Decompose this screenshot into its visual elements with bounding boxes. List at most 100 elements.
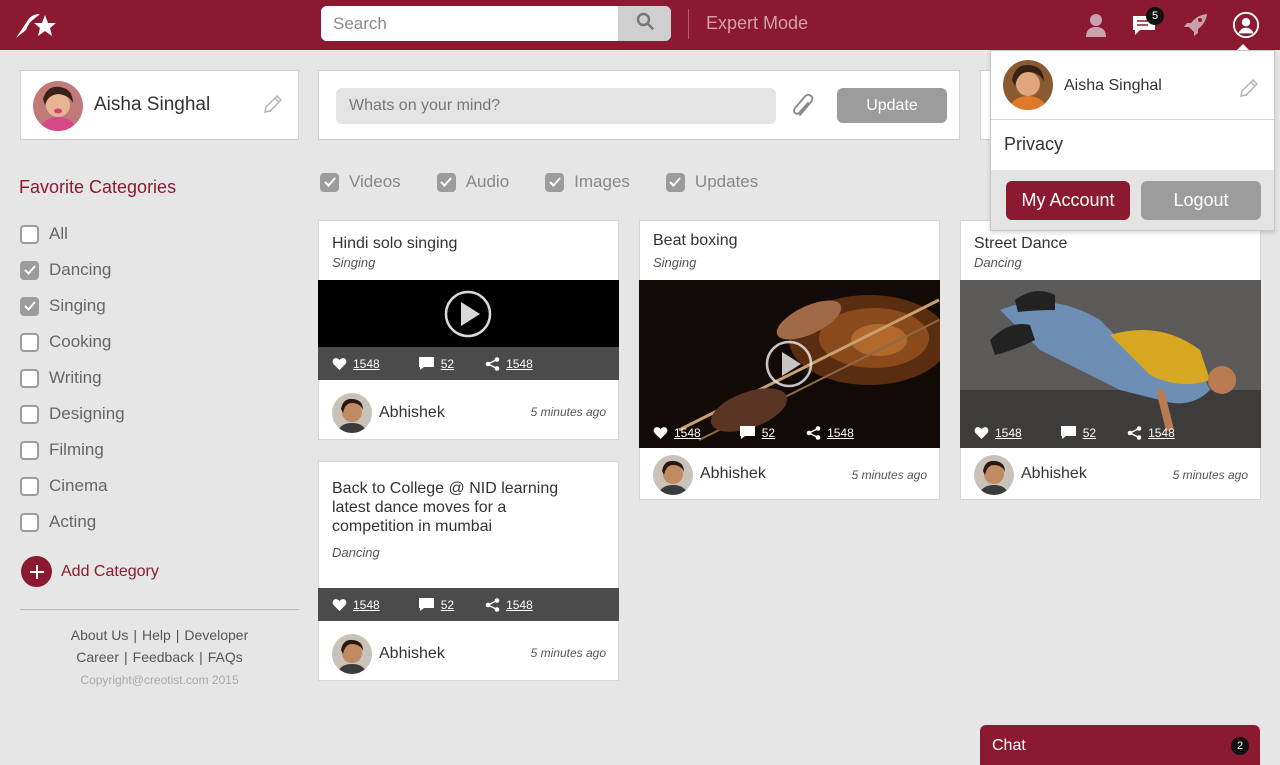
footer-link-about[interactable]: About Us [71, 627, 129, 643]
category-item[interactable]: Designing [20, 396, 270, 432]
checkbox-checked[interactable] [545, 172, 565, 192]
checkbox-checked[interactable] [20, 260, 39, 280]
shares-stat[interactable]: 1548 [806, 426, 854, 440]
comments-stat[interactable]: 52 [418, 597, 454, 612]
category-item[interactable]: Dancing [20, 252, 270, 288]
category-item[interactable]: Filming [20, 432, 270, 468]
checkbox[interactable] [20, 440, 39, 460]
category-item[interactable]: Writing [20, 360, 270, 396]
checkbox-checked[interactable] [436, 172, 456, 192]
plus-icon [21, 556, 52, 587]
category-item[interactable]: All [20, 216, 270, 252]
privacy-menu-item[interactable]: Privacy [1004, 134, 1063, 155]
author-name[interactable]: Abhishek [700, 465, 766, 483]
filter-audio[interactable]: Audio [436, 172, 509, 192]
footer-link-faqs[interactable]: FAQs [208, 649, 243, 665]
dropdown-user-row[interactable]: Aisha Singhal [991, 51, 1274, 120]
sidebar-divider [20, 609, 299, 610]
category-label: Filming [49, 440, 104, 459]
category-label: Designing [49, 404, 125, 423]
avatar[interactable] [332, 393, 372, 433]
category-item[interactable]: Singing [20, 288, 270, 324]
comments-stat[interactable]: 52 [739, 425, 775, 440]
footer-link-help[interactable]: Help [142, 627, 171, 643]
update-button[interactable]: Update [837, 88, 947, 123]
check-icon [440, 177, 452, 187]
checkbox[interactable] [20, 224, 39, 244]
likes-stat[interactable]: 1548 [653, 426, 701, 440]
avatar[interactable] [33, 81, 83, 131]
rocket-icon[interactable] [1182, 10, 1210, 40]
status-composer: Update [318, 70, 960, 140]
footer-link-career[interactable]: Career [76, 649, 119, 665]
shares-stat[interactable]: 1548 [1127, 426, 1175, 440]
logout-button[interactable]: Logout [1141, 181, 1261, 220]
post-title[interactable]: Back to College @ NID learning latest da… [332, 479, 572, 536]
status-input[interactable] [336, 88, 776, 124]
likes-stat[interactable]: 1548 [332, 598, 380, 612]
checkbox-checked[interactable] [320, 172, 339, 192]
filter-label: Videos [349, 172, 401, 191]
checkbox[interactable] [20, 404, 39, 424]
chat-badge: 2 [1231, 737, 1249, 755]
footer-link-feedback[interactable]: Feedback [133, 649, 194, 665]
checkbox[interactable] [20, 476, 39, 496]
category-item[interactable]: Acting [20, 504, 270, 540]
user-icon[interactable] [1082, 10, 1110, 40]
add-category-button[interactable]: Add Category [21, 556, 159, 587]
filter-videos[interactable]: Videos [320, 172, 401, 192]
search-input[interactable] [321, 6, 618, 41]
avatar[interactable] [974, 455, 1014, 495]
shares-stat[interactable]: 1548 [485, 598, 533, 612]
filter-images[interactable]: Images [545, 172, 630, 192]
copyright-text: Copyright@creotist.com 2015 [80, 673, 239, 687]
filter-updates[interactable]: Updates [665, 172, 758, 192]
edit-pencil-icon[interactable] [262, 93, 284, 120]
footer-separator: | [133, 627, 137, 643]
category-label: Writing [49, 368, 102, 387]
checkbox[interactable] [20, 368, 39, 388]
post-card[interactable]: Hindi solo singing Singing 1548 52 1548 … [318, 220, 619, 440]
expert-mode-link[interactable]: Expert Mode [706, 13, 808, 34]
post-title[interactable]: Hindi solo singing [332, 234, 457, 253]
post-card[interactable]: Street Dance Dancing 1548 52 1548 Abhish… [960, 220, 1261, 500]
post-card[interactable]: Beat boxing Singing 1548 52 1548 Abhishe… [639, 220, 940, 500]
category-label: Acting [49, 512, 97, 531]
checkbox-checked[interactable] [665, 172, 685, 192]
check-icon [23, 301, 36, 311]
checkbox[interactable] [20, 512, 39, 532]
author-name[interactable]: Abhishek [379, 645, 445, 663]
checkbox-checked[interactable] [20, 296, 39, 316]
account-circle-icon[interactable] [1232, 10, 1260, 40]
author-name[interactable]: Abhishek [1021, 465, 1087, 483]
checkbox[interactable] [20, 332, 39, 352]
comments-stat[interactable]: 52 [1060, 425, 1096, 440]
category-label: Dancing [49, 260, 112, 279]
chat-bar[interactable]: Chat 2 [980, 725, 1260, 765]
content-filters: Videos Audio Images Updates [320, 172, 794, 192]
category-item[interactable]: Cooking [20, 324, 270, 360]
category-item[interactable]: Cinema [20, 468, 270, 504]
shares-stat[interactable]: 1548 [485, 357, 533, 371]
avatar[interactable] [1003, 60, 1053, 110]
post-card[interactable]: Back to College @ NID learning latest da… [318, 461, 619, 681]
comments-stat[interactable]: 52 [418, 356, 454, 371]
messages-badge: 5 [1146, 7, 1164, 25]
likes-stat[interactable]: 1548 [974, 426, 1022, 440]
search-button[interactable] [618, 6, 671, 41]
my-account-button[interactable]: My Account [1006, 181, 1130, 220]
footer-link-developer[interactable]: Developer [184, 627, 248, 643]
likes-stat[interactable]: 1548 [332, 357, 380, 371]
edit-pencil-icon[interactable] [1238, 77, 1260, 104]
author-name[interactable]: Abhishek [379, 404, 445, 422]
post-title[interactable]: Beat boxing [653, 231, 738, 250]
video-player[interactable] [318, 280, 619, 348]
post-time: 5 minutes ago [530, 405, 606, 419]
avatar[interactable] [653, 455, 693, 495]
logo-star-icon[interactable] [14, 10, 58, 40]
avatar[interactable] [332, 634, 372, 674]
post-title[interactable]: Street Dance [974, 234, 1067, 253]
post-category: Dancing [974, 255, 1022, 270]
attach-paperclip-icon[interactable] [791, 93, 817, 124]
share-icon [806, 425, 821, 440]
